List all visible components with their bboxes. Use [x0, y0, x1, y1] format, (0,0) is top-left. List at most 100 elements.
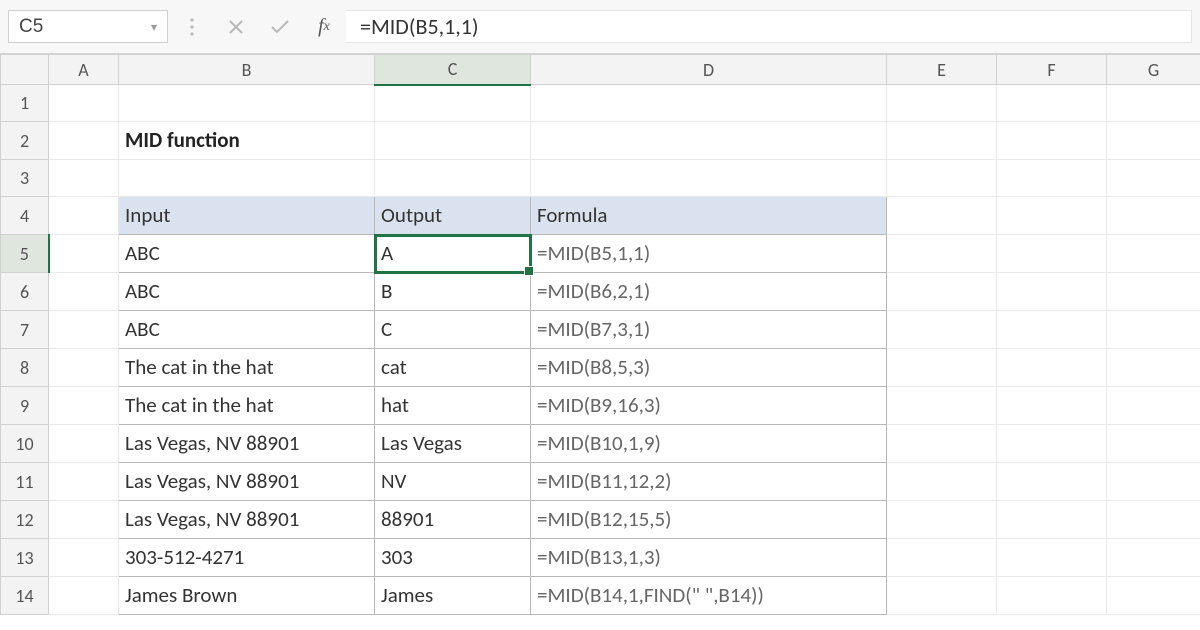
cell[interactable]	[49, 311, 119, 349]
cell[interactable]	[1107, 539, 1200, 577]
name-box[interactable]: C5 ▾	[8, 10, 168, 43]
cell[interactable]	[887, 311, 997, 349]
table-row[interactable]: =MID(B6,2,1)	[531, 273, 887, 311]
row-header-8[interactable]: 8	[1, 349, 49, 387]
col-header-B[interactable]: B	[119, 55, 375, 85]
table-row[interactable]: NV	[375, 463, 531, 501]
cell[interactable]	[375, 160, 531, 197]
row-header-13[interactable]: 13	[1, 539, 49, 577]
cell[interactable]	[997, 425, 1107, 463]
cell[interactable]	[887, 387, 997, 425]
cell[interactable]	[887, 349, 997, 387]
table-row[interactable]: =MID(B11,12,2)	[531, 463, 887, 501]
table-row[interactable]: The cat in the hat	[119, 349, 375, 387]
cell[interactable]	[1107, 122, 1200, 160]
table-row[interactable]: =MID(B7,3,1)	[531, 311, 887, 349]
table-header-formula[interactable]: Formula	[531, 197, 887, 235]
table-row[interactable]: James	[375, 577, 531, 615]
cell[interactable]	[49, 463, 119, 501]
col-header-G[interactable]: G	[1107, 55, 1200, 85]
cell[interactable]	[531, 160, 887, 197]
table-row[interactable]: =MID(B13,1,3)	[531, 539, 887, 577]
cell[interactable]	[997, 197, 1107, 235]
row-header-11[interactable]: 11	[1, 463, 49, 501]
table-header-input[interactable]: Input	[119, 197, 375, 235]
cell[interactable]	[887, 122, 997, 160]
table-row[interactable]: =MID(B10,1,9)	[531, 425, 887, 463]
cell[interactable]	[49, 425, 119, 463]
cell[interactable]	[997, 349, 1107, 387]
row-header-6[interactable]: 6	[1, 273, 49, 311]
cell[interactable]	[997, 85, 1107, 122]
table-row[interactable]: =MID(B9,16,3)	[531, 387, 887, 425]
vertical-dots-icon[interactable]	[170, 17, 214, 37]
cell[interactable]	[997, 539, 1107, 577]
cell[interactable]	[49, 160, 119, 197]
chevron-down-icon[interactable]: ▾	[151, 20, 157, 34]
table-row[interactable]: =MID(B5,1,1)	[531, 235, 887, 273]
table-row[interactable]: =MID(B8,5,3)	[531, 349, 887, 387]
cell[interactable]	[997, 122, 1107, 160]
cell[interactable]	[375, 85, 531, 122]
cell[interactable]	[49, 273, 119, 311]
table-row[interactable]: ABC	[119, 235, 375, 273]
table-row[interactable]: =MID(B12,15,5)	[531, 501, 887, 539]
cell[interactable]	[1107, 273, 1200, 311]
cell[interactable]	[49, 197, 119, 235]
row-header-10[interactable]: 10	[1, 425, 49, 463]
cell[interactable]	[1107, 197, 1200, 235]
row-header-14[interactable]: 14	[1, 577, 49, 615]
table-row[interactable]: 88901	[375, 501, 531, 539]
cell[interactable]	[49, 122, 119, 160]
cell[interactable]	[997, 235, 1107, 273]
cell[interactable]	[997, 311, 1107, 349]
row-header-7[interactable]: 7	[1, 311, 49, 349]
table-row[interactable]: ABC	[119, 311, 375, 349]
cell[interactable]	[49, 501, 119, 539]
table-row[interactable]: 303-512-4271	[119, 539, 375, 577]
cell[interactable]	[119, 160, 375, 197]
cell[interactable]	[887, 85, 997, 122]
table-row[interactable]: The cat in the hat	[119, 387, 375, 425]
cell[interactable]	[49, 539, 119, 577]
cell[interactable]	[997, 160, 1107, 197]
cell[interactable]	[1107, 311, 1200, 349]
cell[interactable]	[49, 85, 119, 122]
row-header-2[interactable]: 2	[1, 122, 49, 160]
row-header-12[interactable]: 12	[1, 501, 49, 539]
cell[interactable]	[887, 160, 997, 197]
cell[interactable]	[887, 501, 997, 539]
table-row[interactable]: 303	[375, 539, 531, 577]
row-header-9[interactable]: 9	[1, 387, 49, 425]
cell[interactable]	[887, 197, 997, 235]
cell[interactable]	[997, 387, 1107, 425]
table-row[interactable]: hat	[375, 387, 531, 425]
cell[interactable]	[997, 501, 1107, 539]
row-header-1[interactable]: 1	[1, 85, 49, 122]
table-row[interactable]: James Brown	[119, 577, 375, 615]
row-header-3[interactable]: 3	[1, 160, 49, 197]
col-header-D[interactable]: D	[531, 55, 887, 85]
cancel-icon[interactable]	[214, 19, 258, 35]
cell[interactable]	[1107, 577, 1200, 615]
cell[interactable]	[375, 122, 531, 160]
table-row[interactable]: Las Vegas, NV 88901	[119, 463, 375, 501]
cell[interactable]	[119, 85, 375, 122]
cell[interactable]	[1107, 463, 1200, 501]
cell[interactable]	[997, 463, 1107, 501]
title-cell[interactable]: MID function	[119, 122, 375, 160]
fx-icon[interactable]: fx	[302, 15, 346, 38]
table-header-output[interactable]: Output	[375, 197, 531, 235]
cell[interactable]	[49, 577, 119, 615]
col-header-F[interactable]: F	[997, 55, 1107, 85]
cell[interactable]	[997, 577, 1107, 615]
col-header-E[interactable]: E	[887, 55, 997, 85]
worksheet-grid[interactable]: A B C D E F G 1 2 MID function 3 4 Input	[0, 54, 1200, 630]
table-row[interactable]: cat	[375, 349, 531, 387]
table-row[interactable]: ABC	[119, 273, 375, 311]
cell[interactable]	[887, 539, 997, 577]
cell[interactable]	[49, 387, 119, 425]
cell[interactable]	[997, 273, 1107, 311]
cell[interactable]	[887, 463, 997, 501]
select-all-corner[interactable]	[1, 55, 49, 85]
